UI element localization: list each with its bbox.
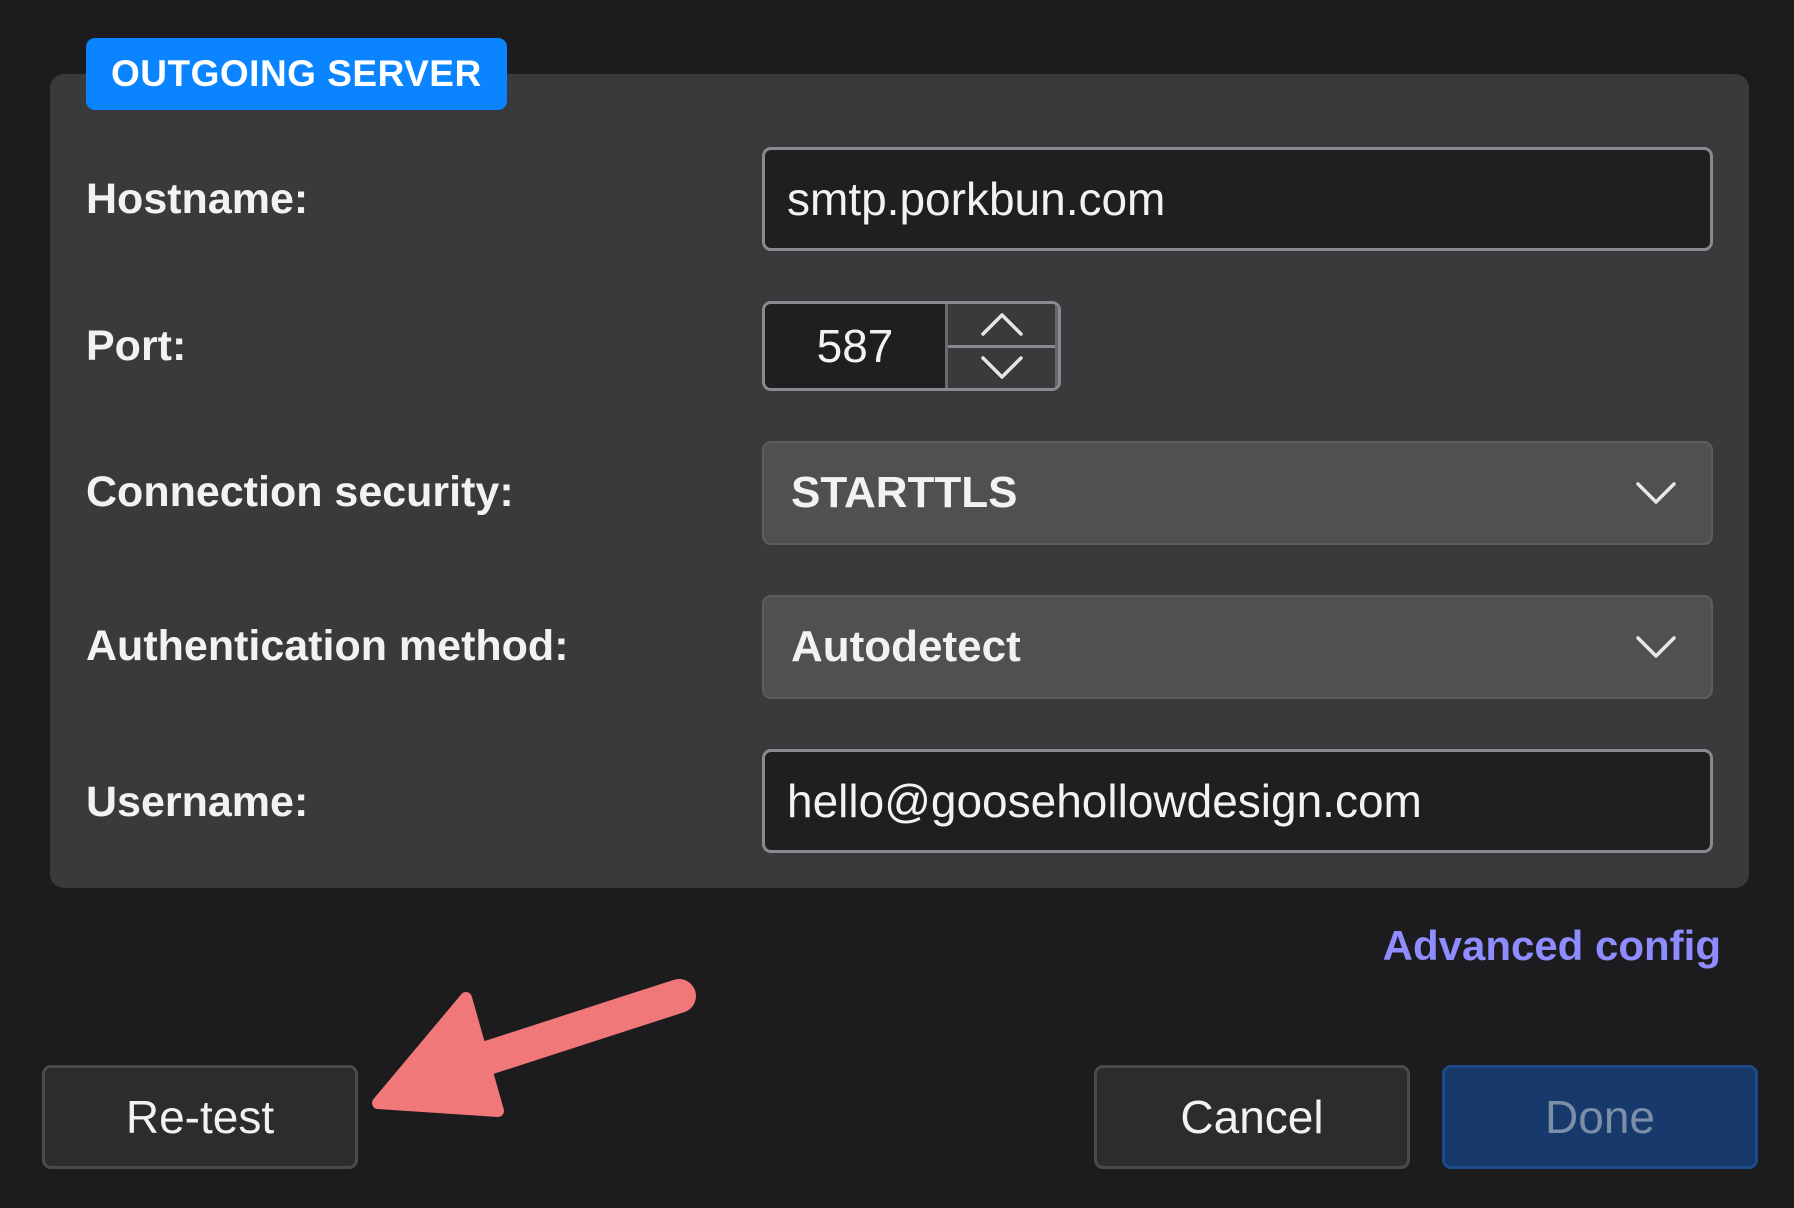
hostname-label: Hostname:: [86, 175, 309, 223]
done-button[interactable]: Done: [1442, 1065, 1758, 1169]
server-settings-screen: OUTGOING SERVER Hostname: Port: Connecti…: [0, 0, 1794, 1208]
authentication-method-value: Autodetect: [791, 622, 1021, 671]
connection-security-select[interactable]: STARTTLS: [762, 441, 1713, 545]
chevron-down-icon: [1636, 482, 1676, 504]
port-label: Port:: [86, 322, 187, 370]
advanced-config-link[interactable]: Advanced config: [1383, 922, 1721, 970]
retest-button[interactable]: Re-test: [42, 1065, 358, 1169]
port-increment-button[interactable]: [948, 304, 1055, 348]
chevron-down-icon: [980, 356, 1023, 379]
port-stepper-buttons: [948, 304, 1058, 388]
cancel-button[interactable]: Cancel: [1094, 1065, 1410, 1169]
chevron-up-icon: [980, 313, 1023, 336]
connection-security-label: Connection security:: [86, 468, 514, 516]
port-input[interactable]: [765, 304, 948, 388]
section-title-badge: OUTGOING SERVER: [86, 38, 507, 110]
port-decrement-button[interactable]: [948, 348, 1055, 389]
authentication-method-label: Authentication method:: [86, 622, 569, 670]
authentication-method-select[interactable]: Autodetect: [762, 595, 1713, 699]
username-input[interactable]: [762, 749, 1713, 853]
chevron-down-icon: [1636, 636, 1676, 658]
hostname-input[interactable]: [762, 147, 1713, 251]
username-label: Username:: [86, 778, 309, 826]
connection-security-value: STARTTLS: [791, 468, 1018, 517]
port-stepper: [762, 301, 1061, 391]
